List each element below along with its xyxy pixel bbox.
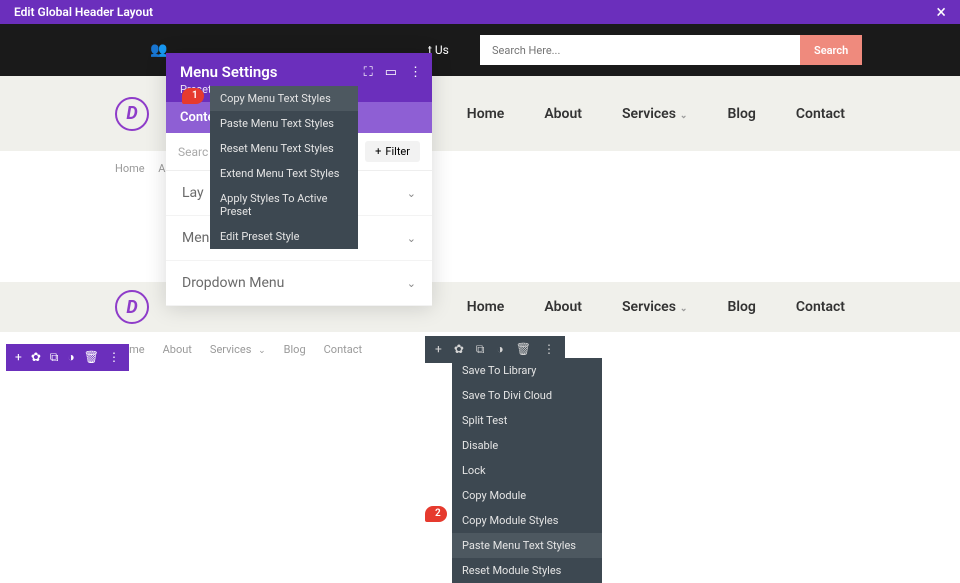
page-title: Edit Global Header Layout bbox=[14, 5, 153, 19]
ctx-extend-menu-text-styles[interactable]: Extend Menu Text Styles bbox=[210, 161, 358, 186]
save-icon[interactable]: ◑ bbox=[496, 342, 503, 357]
ctx-copy-module-styles[interactable]: Copy Module Styles bbox=[452, 508, 602, 533]
nav-home[interactable]: Home bbox=[467, 106, 505, 122]
panel-icon[interactable]: ▭ bbox=[385, 65, 397, 80]
close-icon[interactable]: × bbox=[936, 2, 946, 23]
ctx-paste-menu-text-styles[interactable]: Paste Menu Text Styles bbox=[452, 533, 602, 558]
gear-icon[interactable]: ✿ bbox=[31, 350, 41, 365]
section-toolbar: + ✿ ⧉ ◑ 🗑 ⋮ bbox=[6, 344, 129, 371]
ctx-reset-module-styles[interactable]: Reset Module Styles bbox=[452, 558, 602, 583]
ctx-copy-module[interactable]: Copy Module bbox=[452, 483, 602, 508]
nav-blog[interactable]: Blog bbox=[727, 299, 755, 315]
filter-button[interactable]: +Filter bbox=[365, 141, 420, 162]
trash-icon[interactable]: 🗑 bbox=[84, 350, 99, 365]
divi-logo: D bbox=[115, 290, 149, 324]
nav-home[interactable]: Home bbox=[467, 299, 505, 315]
nav-blog[interactable]: Blog bbox=[727, 106, 755, 122]
chevron-down-icon: ⌄ bbox=[407, 232, 416, 245]
ctx-disable[interactable]: Disable bbox=[452, 433, 602, 458]
trash-icon[interactable]: 🗑 bbox=[516, 342, 531, 357]
chevron-down-icon: ⌄ bbox=[407, 187, 416, 200]
badge-2-number: 2 bbox=[435, 508, 441, 519]
ctx-paste-menu-text-styles[interactable]: Paste Menu Text Styles bbox=[210, 111, 358, 136]
nav-services[interactable]: Services⌄ bbox=[622, 106, 687, 122]
nav-about[interactable]: About bbox=[544, 106, 582, 122]
site-header-2: D Home About Services⌄ Blog Contact bbox=[0, 282, 960, 332]
ctx-save-library[interactable]: Save To Library bbox=[452, 358, 602, 383]
search-button[interactable]: Search bbox=[800, 35, 862, 65]
badge-1-number: 1 bbox=[192, 90, 198, 101]
ctx-save-cloud[interactable]: Save To Divi Cloud bbox=[452, 383, 602, 408]
add-icon[interactable]: + bbox=[15, 350, 22, 365]
context-menu-module: Save To Library Save To Divi Cloud Split… bbox=[452, 358, 602, 583]
chevron-down-icon: ⌄ bbox=[407, 277, 416, 290]
site-header-1: D Home About Services⌄ Blog Contact bbox=[0, 76, 960, 151]
more-icon[interactable]: ⋮ bbox=[409, 65, 422, 80]
more-icon[interactable]: ⋮ bbox=[543, 342, 555, 357]
expand-icon[interactable]: ⛶ bbox=[364, 65, 373, 80]
nav-services[interactable]: Services⌄ bbox=[622, 299, 687, 315]
nav-contact[interactable]: Contact bbox=[796, 299, 845, 315]
ctx-reset-menu-text-styles[interactable]: Reset Menu Text Styles bbox=[210, 136, 358, 161]
chevron-down-icon: ⌄ bbox=[680, 304, 688, 314]
nav-about[interactable]: About bbox=[544, 299, 582, 315]
ctx-edit-preset-style[interactable]: Edit Preset Style bbox=[210, 224, 358, 249]
nav-contact[interactable]: Contact bbox=[796, 106, 845, 122]
duplicate-icon[interactable]: ⧉ bbox=[50, 350, 59, 365]
crumb-contact[interactable]: Contact bbox=[324, 343, 362, 356]
context-menu-styles: Copy Menu Text Styles Paste Menu Text St… bbox=[210, 86, 358, 249]
crumb-about[interactable]: About bbox=[163, 343, 192, 356]
crumb-services[interactable]: Services ⌄ bbox=[210, 343, 266, 356]
ctx-lock[interactable]: Lock bbox=[452, 458, 602, 483]
content-area-1 bbox=[0, 186, 960, 282]
ctx-split-test[interactable]: Split Test bbox=[452, 408, 602, 433]
duplicate-icon[interactable]: ⧉ bbox=[476, 342, 485, 357]
chevron-down-icon: ⌄ bbox=[258, 346, 266, 356]
save-icon[interactable]: ◑ bbox=[67, 350, 74, 365]
more-icon[interactable]: ⋮ bbox=[108, 350, 120, 365]
breadcrumb-1: Home A bbox=[0, 151, 960, 186]
crumb-blog[interactable]: Blog bbox=[284, 343, 306, 356]
ctx-copy-menu-text-styles[interactable]: Copy Menu Text Styles bbox=[210, 86, 358, 111]
section-dropdown[interactable]: Dropdown Menu⌄ bbox=[166, 261, 432, 306]
chevron-down-icon: ⌄ bbox=[680, 111, 688, 121]
add-icon[interactable]: + bbox=[435, 342, 442, 357]
divi-logo: D bbox=[115, 97, 149, 131]
people-icon: 👥 bbox=[150, 42, 167, 58]
ctx-apply-active-preset[interactable]: Apply Styles To Active Preset bbox=[210, 186, 358, 224]
gear-icon[interactable]: ✿ bbox=[454, 342, 464, 357]
search-input[interactable] bbox=[480, 35, 800, 65]
dark-header: 👥 t Us Search bbox=[0, 24, 960, 76]
